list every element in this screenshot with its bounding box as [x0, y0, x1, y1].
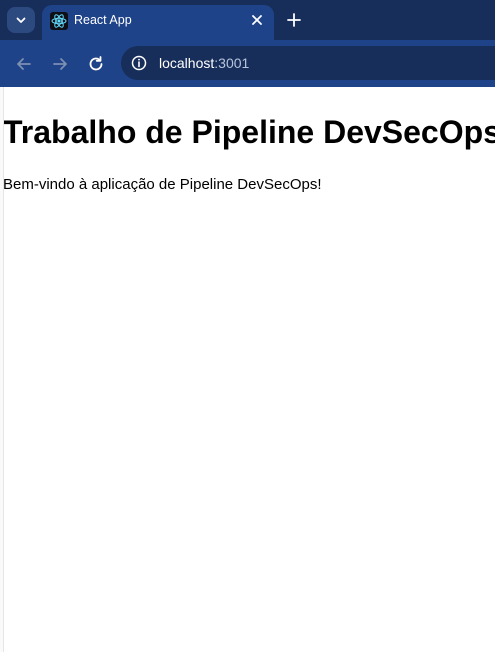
welcome-text: Bem-vindo à aplicação de Pipeline DevSec…: [3, 176, 322, 193]
tab-react-app[interactable]: React App: [42, 5, 274, 40]
browser-toolbar: localhost:3001: [0, 40, 495, 87]
close-icon[interactable]: [250, 13, 264, 27]
info-icon[interactable]: [129, 53, 149, 73]
page-title: Trabalho de Pipeline DevSecOps: [3, 114, 495, 150]
browser-chrome: React App localhost:3001: [0, 0, 495, 87]
address-bar[interactable]: localhost:3001: [121, 46, 495, 80]
tab-title: React App: [74, 13, 132, 27]
url-host: localhost: [159, 55, 215, 71]
reload-icon[interactable]: [86, 54, 106, 74]
url-text: localhost:3001: [159, 55, 249, 71]
left-edge-divider: [0, 87, 4, 652]
tab-strip: React App: [0, 0, 495, 40]
chevron-down-icon: [16, 17, 26, 23]
url-port: :3001: [214, 55, 250, 71]
arrow-left-icon[interactable]: [14, 54, 34, 74]
page-content: Trabalho de Pipeline DevSecOps Bem-vindo…: [0, 87, 495, 652]
react-logo-icon: [50, 12, 68, 30]
arrow-right-icon[interactable]: [50, 54, 70, 74]
plus-icon[interactable]: [285, 11, 303, 29]
tab-search-button[interactable]: [7, 7, 35, 33]
